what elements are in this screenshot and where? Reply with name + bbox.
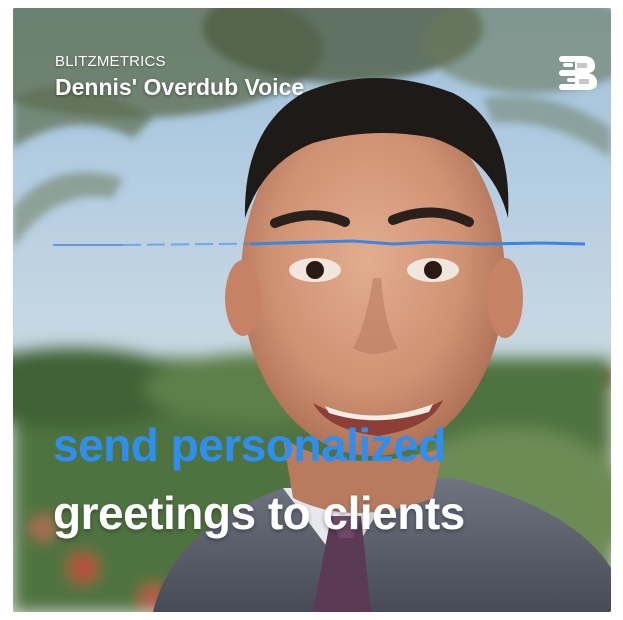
left-ear — [225, 260, 261, 336]
right-ear — [487, 258, 523, 338]
video-title: Dennis' Overdub Voice — [55, 74, 305, 100]
blitzmetrics-logo-icon — [559, 56, 597, 90]
caption-line-2: greetings to clients — [53, 487, 465, 539]
video-frame: BLITZMETRICS Dennis' Overdub Voice send … — [13, 8, 611, 612]
caption-line-1: send personalized — [53, 419, 446, 471]
brand-label: BLITZMETRICS — [55, 53, 166, 70]
screenshot-frame: BLITZMETRICS Dennis' Overdub Voice send … — [0, 0, 623, 620]
